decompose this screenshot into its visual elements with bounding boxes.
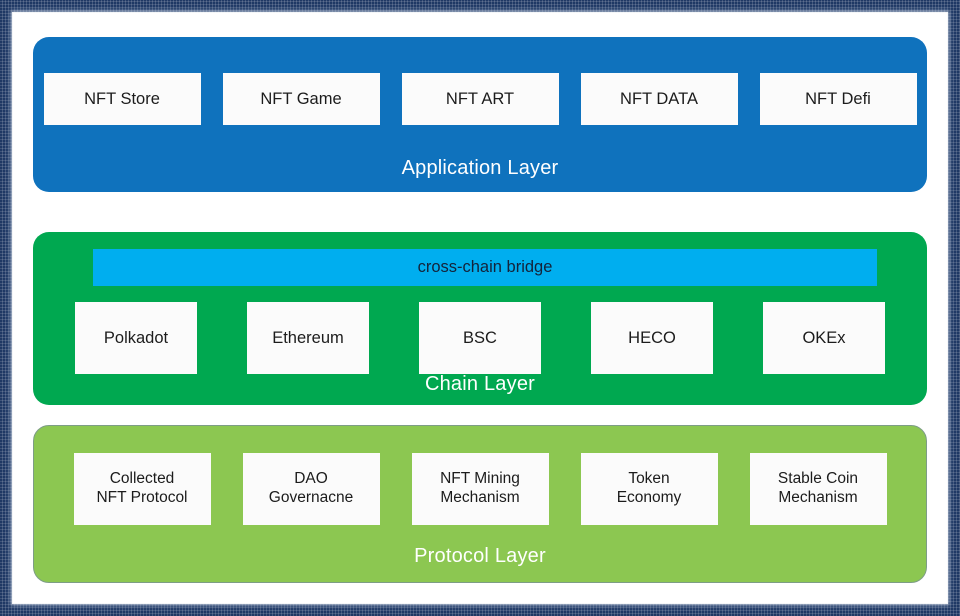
node-label: NFT ART [445, 89, 515, 108]
node-box-nft-art[interactable]: NFT ART [401, 73, 559, 125]
node-box-dao-governance[interactable]: DAO Governacne [242, 453, 380, 525]
layer-caption-protocol: Protocol Layer [414, 545, 546, 567]
node-box-nft-game[interactable]: NFT Game [222, 73, 380, 125]
node-box-collected-nft-protocol[interactable]: Collected NFT Protocol [73, 453, 211, 525]
protocol-box-row: Collected NFT Protocol DAO Governacne NF… [34, 453, 926, 525]
node-box-ethereum[interactable]: Ethereum [247, 302, 369, 374]
node-box-token-economy[interactable]: Token Economy [580, 453, 718, 525]
node-label: HECO [628, 328, 676, 347]
node-label-line2: Governacne [268, 489, 354, 506]
chain-box-row: Polkadot Ethereum BSC HECO OKEx [33, 302, 927, 374]
node-label: DAO Governacne [269, 470, 353, 508]
node-box-heco[interactable]: HECO [591, 302, 713, 374]
node-label: NFT DATA [620, 89, 698, 108]
node-label: BSC [463, 328, 497, 347]
cross-chain-bridge-label: cross-chain bridge [417, 258, 553, 276]
node-box-nft-store[interactable]: NFT Store [43, 73, 201, 125]
node-box-okex[interactable]: OKEx [763, 302, 885, 374]
node-label: NFT Mining Mechanism [440, 470, 520, 508]
node-label: Stable Coin Mechanism [778, 470, 858, 508]
cross-chain-bridge-bar[interactable]: cross-chain bridge [93, 249, 877, 286]
node-label: NFT Game [260, 89, 342, 108]
node-label: NFT Defi [805, 89, 871, 108]
node-box-nft-defi[interactable]: NFT Defi [759, 73, 917, 125]
layer-caption-chain: Chain Layer [424, 373, 536, 395]
node-label-line2: Economy [616, 489, 682, 506]
node-label: NFT Store [84, 89, 160, 108]
node-label-line2: NFT Protocol [96, 489, 188, 506]
node-label: Token Economy [617, 470, 682, 508]
node-box-nft-data[interactable]: NFT DATA [580, 73, 738, 125]
layer-protocol: Collected NFT Protocol DAO Governacne NF… [33, 425, 927, 583]
node-box-nft-mining-mechanism[interactable]: NFT Mining Mechanism [411, 453, 549, 525]
layer-chain: cross-chain bridge Polkadot Ethereum BSC… [33, 232, 927, 405]
layer-application: NFT Store NFT Game NFT ART NFT DATA NFT … [33, 37, 927, 192]
node-label-line1: DAO [294, 470, 328, 488]
node-label: Polkadot [103, 328, 169, 347]
node-label-line2: Mechanism [440, 489, 520, 506]
node-label-line2: Mechanism [778, 489, 858, 506]
node-label-line1: Token [628, 470, 670, 488]
node-box-stable-coin-mechanism[interactable]: Stable Coin Mechanism [749, 453, 887, 525]
diagram-canvas: NFT Store NFT Game NFT ART NFT DATA NFT … [13, 13, 947, 603]
node-label-line1: Stable Coin [777, 470, 859, 488]
node-label: Ethereum [272, 328, 344, 347]
node-box-bsc[interactable]: BSC [419, 302, 541, 374]
node-label-line1: Collected [109, 470, 175, 488]
node-box-polkadot[interactable]: Polkadot [75, 302, 197, 374]
node-label-line1: NFT Mining [440, 470, 520, 488]
node-label: Collected NFT Protocol [96, 470, 187, 508]
application-box-row: NFT Store NFT Game NFT ART NFT DATA NFT … [33, 73, 927, 125]
node-label: OKEx [802, 328, 846, 347]
layer-caption-application: Application Layer [401, 157, 559, 179]
diagram-screenshot: NFT Store NFT Game NFT ART NFT DATA NFT … [0, 0, 960, 616]
